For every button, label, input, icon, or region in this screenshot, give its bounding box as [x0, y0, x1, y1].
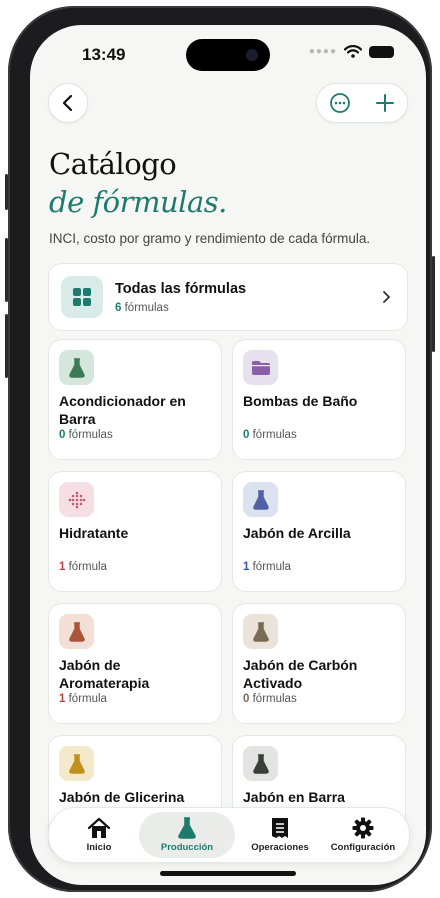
home-icon: [87, 817, 111, 838]
folder-icon: [243, 350, 278, 385]
volume-up-button: [5, 238, 8, 302]
category-count: 1 fórmula: [59, 561, 107, 573]
header-actions: [316, 83, 408, 123]
category-count: 1 fórmula: [59, 693, 107, 705]
category-name: Jabón de Glicerina: [59, 789, 185, 805]
page-title: Catálogo: [49, 147, 177, 181]
flask-icon: [59, 746, 94, 781]
category-count: 0 fórmulas: [59, 429, 113, 441]
status-icons: ●●●●: [309, 45, 394, 58]
category-card[interactable]: Jabón de Aromaterapia 1 fórmula: [48, 603, 222, 724]
flask-icon: [243, 614, 278, 649]
camera-icon: [246, 49, 258, 61]
category-card[interactable]: Bombas de Baño 0 fórmulas: [232, 339, 406, 460]
add-icon[interactable]: [375, 93, 395, 113]
category-name: Jabón de Carbón Activado: [243, 657, 358, 691]
power-button: [432, 256, 435, 352]
flask-icon: [59, 350, 94, 385]
flask-icon: [243, 482, 278, 517]
category-count: 0 fórmulas: [243, 693, 297, 705]
wifi-icon: [344, 45, 362, 58]
mute-switch: [5, 174, 8, 210]
tab-label: Configuración: [330, 842, 396, 853]
chevron-left-icon: [62, 94, 73, 112]
category-name: Jabón en Barra: [243, 789, 345, 805]
home-indicator: [160, 871, 296, 876]
tab-produccion[interactable]: Producción: [139, 812, 235, 858]
flask-icon: [243, 746, 278, 781]
category-count: 0 fórmulas: [243, 429, 297, 441]
category-name: Bombas de Baño: [243, 393, 358, 409]
more-options-icon[interactable]: [329, 92, 351, 114]
all-formulas-card[interactable]: Todas las fórmulas 6 fórmulas: [48, 263, 408, 331]
gear-icon: [352, 817, 374, 839]
tab-inicio[interactable]: Inicio: [69, 808, 129, 862]
cellular-signal-icon: ●●●●: [308, 46, 337, 57]
flask-icon: [178, 817, 196, 839]
category-card[interactable]: Jabón de Arcilla 1 fórmula: [232, 471, 406, 592]
category-count: 1 fórmula: [243, 561, 291, 573]
tab-label: Inicio: [86, 842, 112, 853]
receipt-icon: [272, 818, 288, 838]
all-formulas-label: Todas las fórmulas: [115, 281, 247, 297]
tab-operaciones[interactable]: Operaciones: [241, 808, 319, 862]
back-button[interactable]: [48, 83, 88, 123]
tab-label: Producción: [160, 842, 214, 853]
category-name: Jabón de Aromaterapia: [59, 657, 150, 691]
dynamic-island: [186, 39, 270, 71]
category-name: Acondicionador en Barra: [59, 393, 186, 427]
volume-down-button: [5, 314, 8, 378]
chevron-right-icon: [383, 291, 390, 303]
category-name: Hidratante: [59, 525, 129, 541]
dots-grid-icon: [59, 482, 94, 517]
phone-frame: 13:49 ●●●● Catálogo de fórmulas. INCI, c…: [5, 6, 435, 892]
tab-configuracion[interactable]: Configuración: [325, 808, 401, 862]
category-card[interactable]: Acondicionador en Barra 0 fórmulas: [48, 339, 222, 460]
flask-icon: [59, 614, 94, 649]
tab-label: Operaciones: [251, 842, 309, 853]
grid-icon: [61, 276, 103, 318]
category-card[interactable]: Jabón de Carbón Activado 0 fórmulas: [232, 603, 406, 724]
battery-icon: [369, 45, 394, 58]
category-name: Jabón de Arcilla: [243, 525, 351, 541]
screen: 13:49 ●●●● Catálogo de fórmulas. INCI, c…: [30, 25, 426, 885]
category-card[interactable]: Hidratante 1 fórmula: [48, 471, 222, 592]
page-subtitle: INCI, costo por gramo y rendimiento de c…: [49, 231, 371, 246]
page-title-accent: de fórmulas.: [49, 185, 227, 219]
tab-bar: Inicio Producción Operaciones Configurac…: [48, 807, 410, 863]
status-time: 13:49: [82, 45, 126, 64]
all-formulas-count: 6 fórmulas: [115, 302, 169, 314]
